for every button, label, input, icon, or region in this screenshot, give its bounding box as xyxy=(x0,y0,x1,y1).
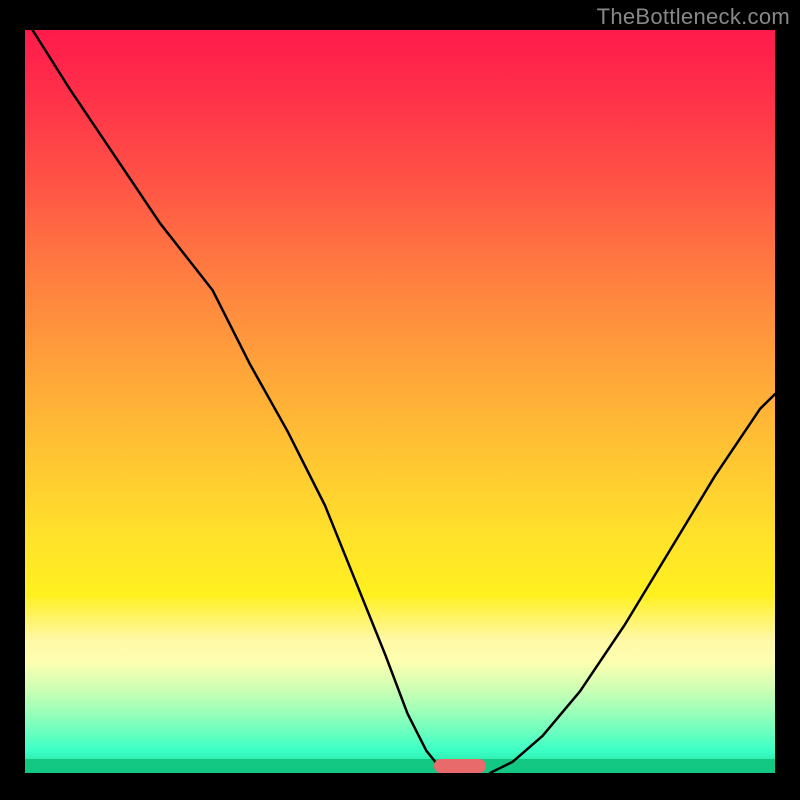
plot-area xyxy=(25,30,775,773)
chart-frame: TheBottleneck.com xyxy=(0,0,800,800)
bottleneck-curve xyxy=(25,30,775,773)
optimal-marker xyxy=(434,759,486,773)
watermark-text: TheBottleneck.com xyxy=(597,4,790,30)
